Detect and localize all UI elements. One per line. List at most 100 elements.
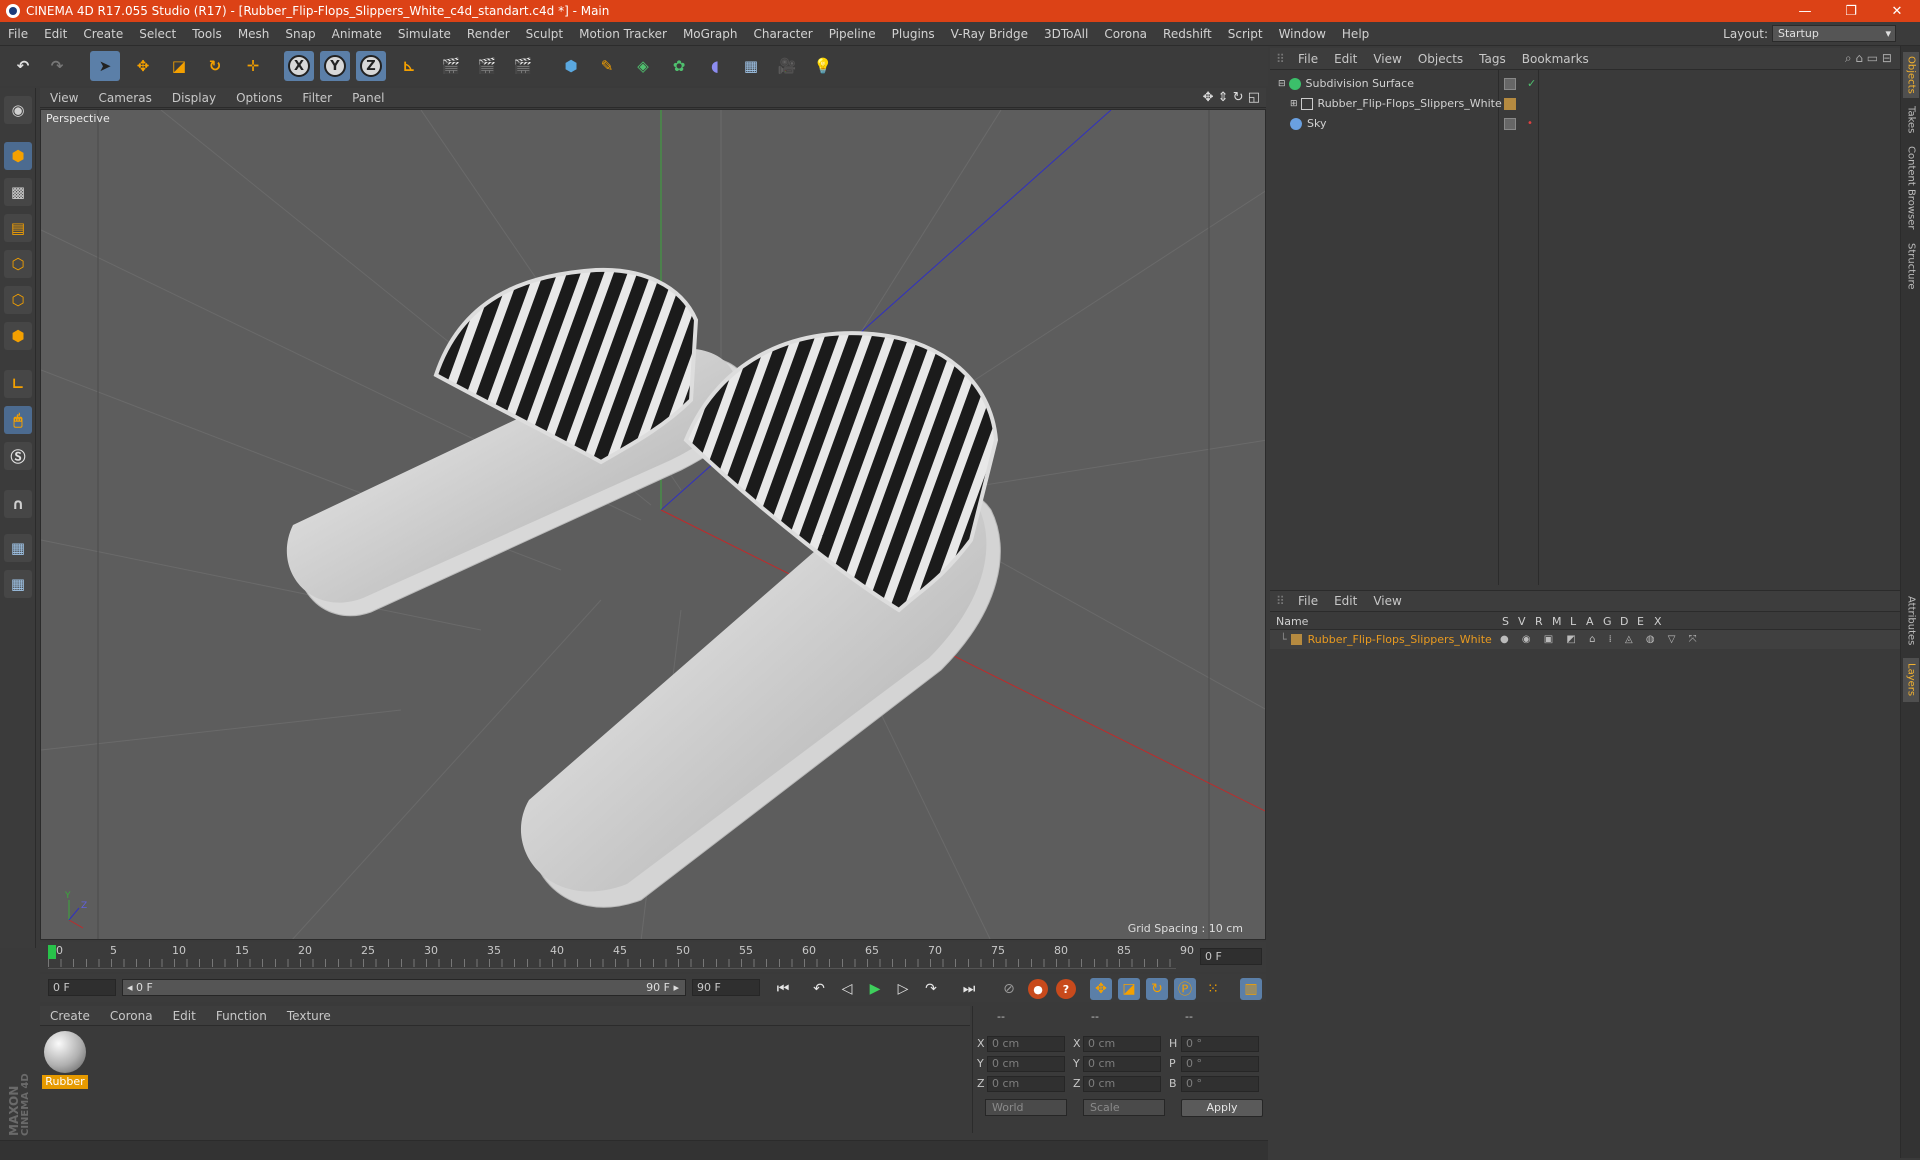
render-dot-icon[interactable]: • bbox=[1527, 118, 1533, 129]
panel-grip-icon[interactable]: ⠿ bbox=[1276, 594, 1290, 608]
expand-icon[interactable]: ⊞ bbox=[1290, 99, 1298, 109]
y-axis-toggle[interactable]: Y bbox=[320, 51, 350, 81]
menu-animate[interactable]: Animate bbox=[324, 27, 390, 41]
menu-character[interactable]: Character bbox=[745, 27, 820, 41]
rot-h-field[interactable]: 0 ° bbox=[1181, 1036, 1259, 1052]
tab-objects[interactable]: Objects bbox=[1903, 52, 1919, 98]
minimize-button[interactable]: — bbox=[1782, 0, 1828, 22]
viewport-menu-view[interactable]: View bbox=[40, 91, 88, 105]
column-render[interactable]: R bbox=[1535, 615, 1543, 628]
add-spline-button[interactable]: ✎ bbox=[592, 51, 622, 81]
material-menu-function[interactable]: Function bbox=[206, 1009, 277, 1023]
menu-vray-bridge[interactable]: V-Ray Bridge bbox=[943, 27, 1036, 41]
menu-simulate[interactable]: Simulate bbox=[390, 27, 459, 41]
menu-file[interactable]: File bbox=[0, 27, 36, 41]
column-name[interactable]: Name bbox=[1276, 615, 1308, 628]
size-y-field[interactable]: 0 cm bbox=[1083, 1056, 1161, 1072]
menu-redshift[interactable]: Redshift bbox=[1155, 27, 1220, 41]
viewport-menu-filter[interactable]: Filter bbox=[292, 91, 342, 105]
column-deformers[interactable]: D bbox=[1620, 615, 1628, 628]
menu-plugins[interactable]: Plugins bbox=[884, 27, 943, 41]
menu-corona[interactable]: Corona bbox=[1096, 27, 1155, 41]
menu-tools[interactable]: Tools bbox=[184, 27, 230, 41]
menu-window[interactable]: Window bbox=[1271, 27, 1334, 41]
add-mograph-button[interactable]: ✿ bbox=[664, 51, 694, 81]
3d-viewport[interactable]: Y Z Perspective Grid Spacing : 10 cm bbox=[40, 109, 1266, 940]
record-scale-toggle[interactable]: ◪ bbox=[1118, 978, 1140, 1000]
size-mode-dropdown[interactable]: Scale bbox=[1083, 1099, 1165, 1116]
material-menu-corona[interactable]: Corona bbox=[100, 1009, 163, 1023]
layer-toggle-icons[interactable]: ● ◉ ▣ ◩ ⌂ ⁞ ◬ ◍ ▽ ⤧ bbox=[1500, 634, 1702, 645]
timeline-window-button[interactable]: ▥ bbox=[1240, 978, 1262, 1000]
add-cube-button[interactable]: ⬢ bbox=[556, 51, 586, 81]
layer-menu-view[interactable]: View bbox=[1365, 594, 1409, 608]
pos-z-field[interactable]: 0 cm bbox=[987, 1076, 1065, 1092]
apply-button[interactable]: Apply bbox=[1181, 1099, 1263, 1117]
add-deformer-button[interactable]: ◖ bbox=[700, 51, 730, 81]
next-key-button[interactable]: ↷ bbox=[920, 978, 942, 1000]
object-row-sky[interactable]: Sky • bbox=[1270, 114, 1900, 133]
layout-dropdown[interactable]: Startup bbox=[1772, 25, 1896, 42]
object-row-subdivision-surface[interactable]: ⊟ Subdivision Surface ✓ bbox=[1270, 74, 1900, 93]
layer-color-swatch[interactable] bbox=[1290, 634, 1302, 645]
layer-color-swatch[interactable] bbox=[1504, 97, 1516, 110]
object-row-slippers[interactable]: ⊞ Rubber_Flip-Flops_Slippers_White bbox=[1270, 94, 1900, 113]
previous-frame-button[interactable]: ◁ bbox=[836, 978, 858, 1000]
points-mode-button[interactable]: ⬡ bbox=[4, 250, 32, 278]
render-view-button[interactable]: 🎬 bbox=[436, 51, 466, 81]
axis-mode-button[interactable]: ∟ bbox=[4, 370, 32, 398]
visibility-toggle[interactable] bbox=[1504, 117, 1516, 130]
tab-content-browser[interactable]: Content Browser bbox=[1903, 142, 1919, 234]
column-manager[interactable]: M bbox=[1552, 615, 1562, 628]
material-menu-texture[interactable]: Texture bbox=[277, 1009, 341, 1023]
object-menu-edit[interactable]: Edit bbox=[1326, 52, 1365, 66]
play-button[interactable]: ▶ bbox=[864, 978, 886, 1000]
visibility-toggle[interactable] bbox=[1504, 77, 1516, 90]
add-nurbs-button[interactable]: ◈ bbox=[628, 51, 658, 81]
size-z-field[interactable]: 0 cm bbox=[1083, 1076, 1161, 1092]
workplane-mode-button[interactable]: ▤ bbox=[4, 214, 32, 242]
column-xref[interactable]: X bbox=[1654, 615, 1662, 628]
layer-row[interactable]: └ Rubber_Flip-Flops_Slippers_White ● ◉ ▣… bbox=[1270, 630, 1900, 649]
timeline-playhead[interactable] bbox=[48, 945, 56, 959]
current-frame-field[interactable]: 0 F bbox=[1200, 948, 1262, 965]
menu-pipeline[interactable]: Pipeline bbox=[821, 27, 884, 41]
menu-help[interactable]: Help bbox=[1334, 27, 1377, 41]
layer-menu-file[interactable]: File bbox=[1290, 594, 1326, 608]
layer-menu-edit[interactable]: Edit bbox=[1326, 594, 1365, 608]
previous-key-button[interactable]: ↶ bbox=[808, 978, 830, 1000]
material-menu-create[interactable]: Create bbox=[40, 1009, 100, 1023]
panel-grip-icon[interactable]: ⠿ bbox=[1276, 52, 1290, 66]
x-axis-toggle[interactable]: X bbox=[284, 51, 314, 81]
polygons-mode-button[interactable]: ⬢ bbox=[4, 322, 32, 350]
column-expressions[interactable]: E bbox=[1637, 615, 1644, 628]
texture-mode-button[interactable]: ▩ bbox=[4, 178, 32, 206]
close-button[interactable]: ✕ bbox=[1874, 0, 1920, 22]
size-x-field[interactable]: 0 cm bbox=[1083, 1036, 1161, 1052]
menu-mograph[interactable]: MoGraph bbox=[675, 27, 746, 41]
menu-3dtoall[interactable]: 3DToAll bbox=[1036, 27, 1096, 41]
end-frame-field[interactable]: 90 F bbox=[692, 979, 760, 996]
enabled-check-icon[interactable]: ✓ bbox=[1527, 77, 1536, 90]
column-locked[interactable]: L bbox=[1570, 615, 1576, 628]
rot-b-field[interactable]: 0 ° bbox=[1181, 1076, 1259, 1092]
pos-y-field[interactable]: 0 cm bbox=[987, 1056, 1065, 1072]
pos-x-field[interactable]: 0 cm bbox=[987, 1036, 1065, 1052]
menu-sculpt[interactable]: Sculpt bbox=[518, 27, 571, 41]
column-solo[interactable]: S bbox=[1502, 615, 1509, 628]
column-animation[interactable]: A bbox=[1586, 615, 1594, 628]
scale-tool[interactable]: ◪ bbox=[164, 51, 194, 81]
coordinate-space-dropdown[interactable]: World bbox=[985, 1099, 1067, 1116]
model-mode-button[interactable]: ⬢ bbox=[4, 142, 32, 170]
autokeying-button[interactable]: ? bbox=[1056, 979, 1076, 999]
record-pla-toggle[interactable]: ⁙ bbox=[1202, 978, 1224, 1000]
add-environment-button[interactable]: ▦ bbox=[736, 51, 766, 81]
tab-structure[interactable]: Structure bbox=[1903, 238, 1919, 294]
timeline-ruler[interactable]: 0 5 10 15 20 25 30 35 40 45 50 55 60 65 … bbox=[40, 942, 1266, 972]
lock-workplane-button[interactable]: ▦ bbox=[4, 534, 32, 562]
edges-mode-button[interactable]: ⬡ bbox=[4, 286, 32, 314]
redo-button[interactable]: ↷ bbox=[42, 51, 72, 81]
menu-select[interactable]: Select bbox=[131, 27, 184, 41]
frame-range-slider[interactable]: ◂ 0 F 90 F ▸ bbox=[122, 979, 686, 996]
object-menu-tags[interactable]: Tags bbox=[1471, 52, 1514, 66]
